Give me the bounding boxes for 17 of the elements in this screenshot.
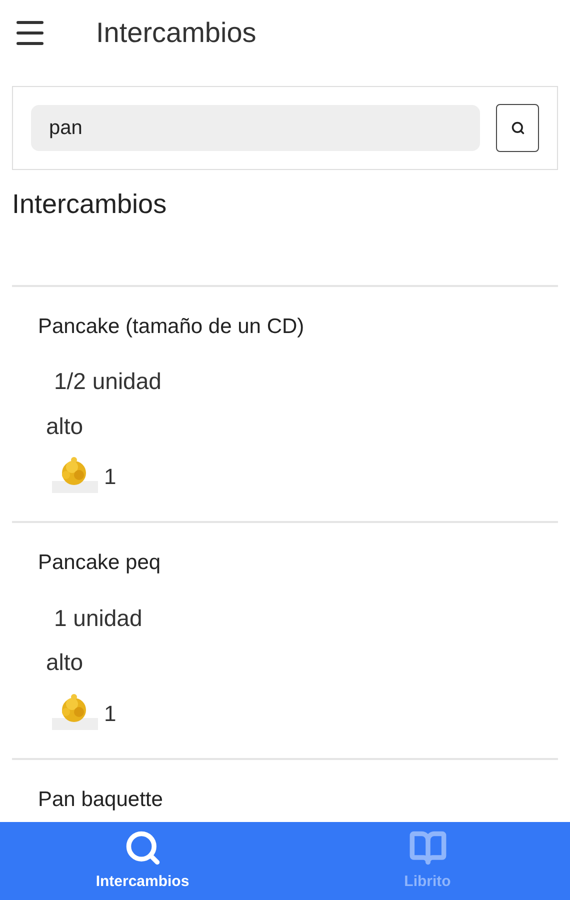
- section-title: Intercambios: [12, 188, 168, 221]
- count-text: 1: [104, 700, 116, 728]
- item-name[interactable]: Pan baquette: [38, 784, 532, 815]
- book-icon: [408, 828, 446, 867]
- nav-tab[interactable]: Intercambios: [0, 822, 285, 900]
- portion-text: 1/2 unidad: [54, 367, 162, 396]
- count-text: 1: [104, 463, 116, 491]
- app-bar-title: Intercambios: [96, 16, 256, 50]
- search-icon: [124, 828, 162, 867]
- item-name[interactable]: Pancake peq: [38, 547, 532, 578]
- search-field[interactable]: pan: [31, 105, 480, 151]
- portion-text: 1 unidad: [54, 604, 144, 632]
- search-button[interactable]: [496, 104, 539, 152]
- level-text: alto: [46, 648, 84, 677]
- item-name[interactable]: Pancake (tamaño de un CD): [38, 310, 532, 342]
- search-icon: [510, 121, 524, 135]
- level-text: alto: [46, 412, 84, 440]
